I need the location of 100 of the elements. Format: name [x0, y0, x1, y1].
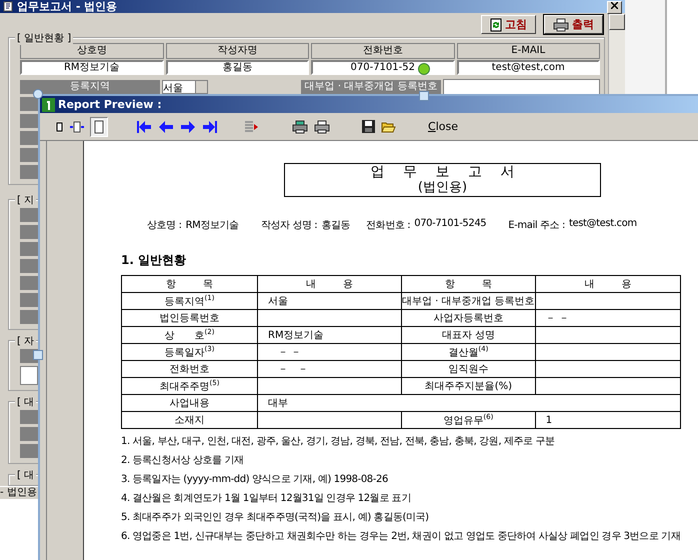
printer-icon[interactable] — [314, 120, 330, 134]
column-header: 상호명 — [20, 43, 164, 59]
input-field[interactable] — [443, 79, 600, 95]
field-label — [20, 410, 38, 424]
info-label: E-mail 주소 : — [508, 219, 565, 232]
table-cell: 최대주주지분율(%) — [402, 378, 536, 394]
footnote: 4. 결산월은 회계연도가 1월 1일부터 12월31일 인경우 12월로 표기 — [121, 492, 412, 506]
field-label — [20, 242, 38, 256]
refresh-icon — [490, 18, 502, 32]
group-title: [ 대 — [15, 468, 36, 482]
print-button[interactable]: 출력 — [544, 15, 603, 34]
field-label — [20, 148, 38, 162]
field-label — [20, 97, 38, 111]
report-subtitle: (법인용) — [416, 181, 468, 195]
group-title: [ 대 — [15, 395, 36, 409]
group-title: [ 지 — [15, 193, 36, 207]
footnote: 6. 영업중은 1번, 신규대부는 중단하고 채권회수만 하는 경우는 2번, 채권이 없고 영업도 중단하여 사실상 폐업인 경우 3번으로 기재 — [121, 530, 682, 544]
table-cell: 상 호$^{(2)}$ — [122, 326, 258, 344]
table-cell: 등록일자$^{(3)}$ — [122, 344, 258, 360]
table-cell: 등록지역$^{(1)}$ — [122, 292, 258, 310]
info-value: 홍길동 — [321, 219, 350, 232]
field-label — [20, 310, 38, 324]
window-title: Report Preview : — [58, 98, 162, 111]
footnote: 2. 등록신청서상 상호를 기재 — [121, 454, 245, 468]
next-page-icon[interactable] — [180, 120, 196, 132]
page-icon[interactable] — [54, 120, 64, 132]
info-label: 상호명 : — [147, 219, 182, 232]
field-label — [20, 225, 38, 239]
field-label — [20, 131, 38, 145]
info-label: 작성자 성명 : — [260, 219, 318, 232]
last-page-icon[interactable] — [202, 120, 218, 132]
field-label — [20, 293, 38, 307]
export-icon[interactable] — [244, 120, 258, 132]
table-cell: 전화번호 — [122, 360, 258, 378]
group-title: [ 일반현황 ] — [15, 31, 74, 45]
field-label — [20, 444, 38, 458]
resize-handle[interactable] — [33, 350, 43, 360]
footnote: 1. 서울, 부산, 대구, 인천, 대전, 광주, 울산, 경기, 경남, 경북, 전남, 전북, 충남, 충북, 강원, 제주로 구분 — [121, 435, 556, 449]
close-icon — [611, 2, 618, 9]
table-cell: 사업자등록번호 — [402, 310, 536, 326]
window-title: 업무보고서 - 법인용 — [17, 0, 118, 14]
group-title: [ 자 — [15, 334, 36, 348]
full-page-icon[interactable] — [90, 116, 108, 136]
region-dropdown[interactable]: 서울 — [162, 80, 208, 94]
footnote: 3. 등록일자는 (yyyy-mm-dd) 양식으로 기재, 예) 1998-08-26 — [121, 473, 389, 487]
field-label — [20, 114, 38, 128]
column-header: 작성자명 — [166, 43, 309, 59]
info-value: RM정보기술 — [186, 219, 239, 232]
text-field[interactable]: test@test,com — [456, 60, 600, 75]
table-cell: 소재지 — [122, 412, 258, 428]
report-icon — [42, 98, 55, 112]
table-cell: － － — [258, 360, 402, 378]
table-cell: 항 목 — [122, 276, 258, 292]
save-icon[interactable] — [362, 120, 375, 133]
table-cell: 대표자 성명 — [402, 326, 536, 344]
section-heading: 1. 일반현황 — [121, 252, 188, 269]
table-cell: 법인등록번호 — [122, 310, 258, 326]
input-field[interactable] — [20, 366, 38, 385]
table-cell: 대부업 · 대부중개업 등록번호 — [402, 292, 536, 310]
info-value: test@test.com — [568, 218, 637, 231]
resize-handle[interactable] — [419, 91, 429, 101]
column-header: E-MAIL — [456, 43, 600, 59]
document-icon — [3, 1, 14, 12]
field-label — [20, 427, 38, 441]
window-title: - 법인용 — [0, 487, 38, 499]
table-cell: 내 용 — [258, 276, 402, 292]
field-label: 등록지역 — [20, 80, 160, 94]
field-label — [20, 259, 38, 273]
table-cell: 항 목 — [402, 276, 536, 292]
column-header: 전화번호 — [311, 43, 454, 59]
table-cell: 임직원수 — [402, 360, 536, 378]
close-button[interactable]: Close — [428, 120, 458, 133]
report-title: 업 무 보 고 서 — [370, 164, 516, 181]
printer-icon — [553, 18, 569, 32]
table-cell: 1 — [535, 412, 680, 428]
text-field[interactable]: RM정보기술 — [20, 60, 164, 75]
printer-icon[interactable] — [292, 120, 308, 134]
info-value: 070-7101-5245 — [414, 218, 486, 231]
close-button[interactable] — [607, 1, 622, 14]
text-field[interactable]: 홍길동 — [166, 60, 309, 75]
table-cell: 대부 — [258, 394, 680, 412]
field-label — [20, 276, 38, 290]
field-label: 대부업 · 대부중개업 등록번호 — [301, 80, 441, 94]
table-cell: 영업유무$^{(6)}$ — [402, 412, 536, 428]
table-cell: 최대주주명$^{(5)}$ — [122, 378, 258, 394]
refresh-button[interactable]: 고침 — [481, 15, 536, 34]
field-label — [20, 208, 38, 222]
table-cell: RM정보기술 — [258, 326, 402, 344]
folder-icon[interactable] — [381, 120, 396, 133]
previous-page-icon[interactable] — [158, 120, 174, 132]
field-label — [20, 165, 38, 179]
info-label: 전화번호 : — [366, 219, 410, 232]
table-cell: － － — [535, 310, 680, 326]
text-field[interactable]: 070-7101-52 — [311, 60, 454, 75]
page-width-icon[interactable] — [70, 120, 84, 132]
table-cell: 내 용 — [535, 276, 680, 292]
table-cell: － － — [258, 344, 402, 360]
first-page-icon[interactable] — [136, 120, 152, 132]
table-cell: 사업내용 — [122, 394, 258, 412]
table-cell: 서울 — [258, 292, 402, 310]
